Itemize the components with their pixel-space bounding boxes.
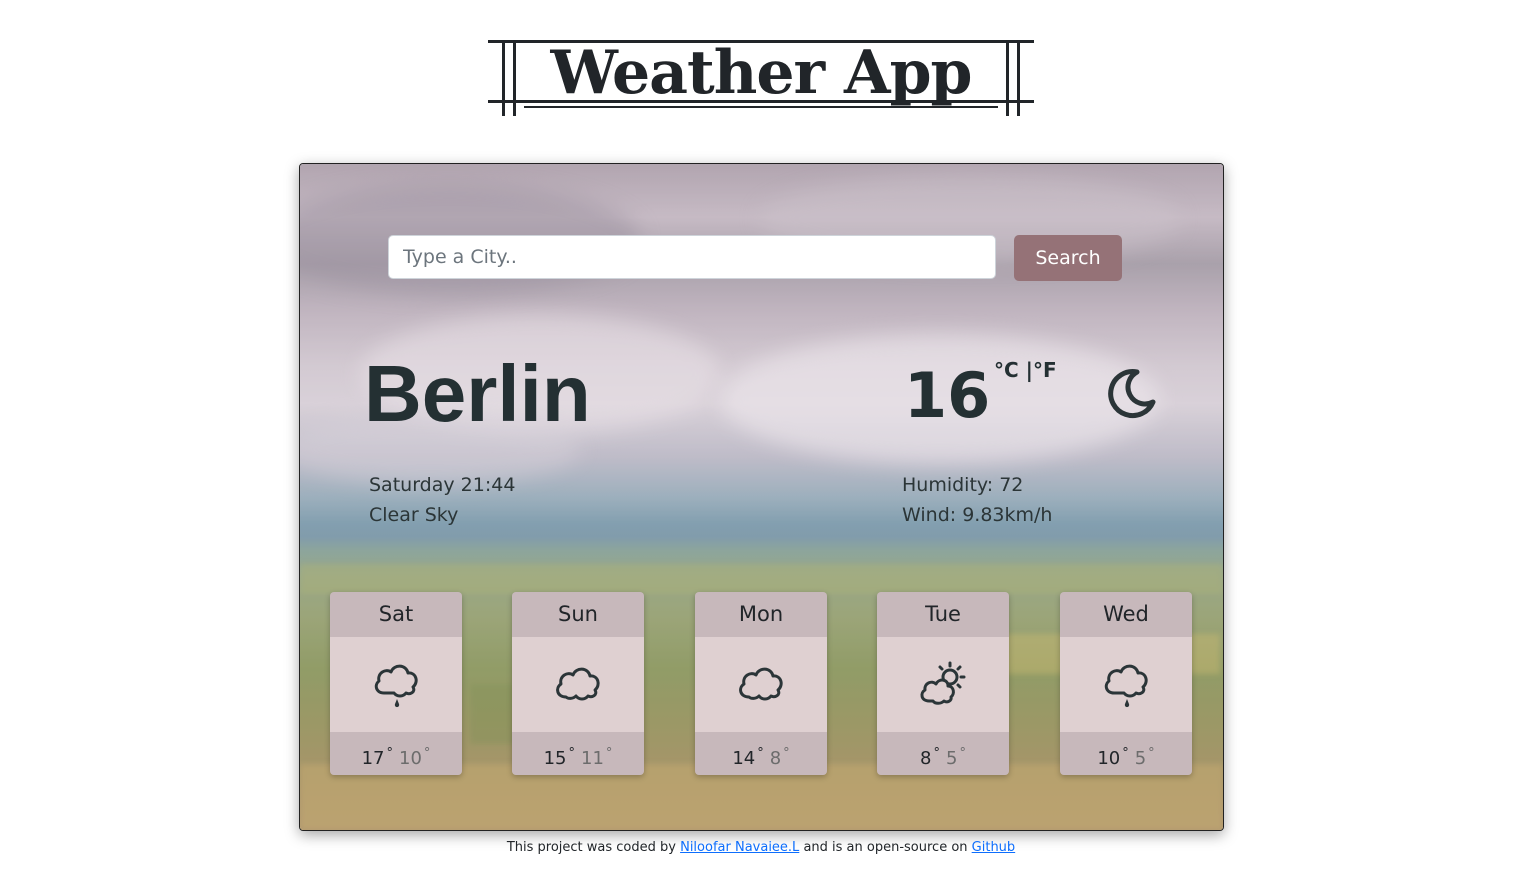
header: Weather App <box>0 0 1522 140</box>
forecast-icon-area <box>330 637 462 732</box>
forecast-temps: 8 ° 5 ° <box>877 732 1009 775</box>
forecast-day-name: Sun <box>512 592 644 637</box>
forecast-icon-area <box>1060 637 1192 732</box>
forecast-day-name: Mon <box>695 592 827 637</box>
forecast-low: 10 ° <box>399 746 431 769</box>
forecast-temps: 15 ° 11 ° <box>512 732 644 775</box>
forecast-high: 8 ° <box>920 746 940 769</box>
weather-card: Search Berlin 16 °C |°F Saturday 21:44 C… <box>299 163 1224 831</box>
search-button[interactable]: Search <box>1014 235 1122 281</box>
partly-sunny-icon <box>920 661 966 705</box>
city-name: Berlin <box>364 349 591 438</box>
forecast-high: 14 ° <box>732 746 764 769</box>
forecast-temps: 14 ° 8 ° <box>695 732 827 775</box>
forecast-icon-area <box>512 637 644 732</box>
forecast-temps: 17 ° 10 ° <box>330 732 462 775</box>
forecast-day-card: Sun 15 ° 11 ° <box>512 592 644 775</box>
cloud-rain-icon <box>374 664 418 708</box>
forecast-day-card: Mon 14 ° 8 ° <box>695 592 827 775</box>
cloud-icon <box>556 667 600 701</box>
github-link[interactable]: Github <box>972 840 1016 855</box>
forecast-day-name: Tue <box>877 592 1009 637</box>
forecast-day-name: Sat <box>330 592 462 637</box>
forecast-low: 5 ° <box>1134 746 1155 769</box>
forecast-high: 17 ° <box>361 746 393 769</box>
humidity: Humidity: 72 <box>902 474 1024 496</box>
celsius-link[interactable]: °C <box>994 358 1019 382</box>
footer-text: and is an open-source on <box>799 840 972 855</box>
wind: Wind: 9.83km/h <box>902 504 1053 526</box>
forecast-temps: 10 ° 5 ° <box>1060 732 1192 775</box>
current-temperature: 16 <box>904 359 991 432</box>
forecast-low: 11 ° <box>581 746 613 769</box>
weather-description: Clear Sky <box>369 504 459 526</box>
forecast-low: 8 ° <box>769 746 790 769</box>
unit-toggle: °C |°F <box>994 358 1057 382</box>
forecast-high: 15 ° <box>543 746 575 769</box>
forecast-low: 5 ° <box>946 746 966 769</box>
author-link[interactable]: Niloofar Navaiee.L <box>680 840 799 855</box>
title-frame: Weather App <box>488 38 1034 116</box>
forecast-day-card: Tue 8 ° 5 ° <box>877 592 1009 775</box>
forecast-icon-area <box>695 637 827 732</box>
fahrenheit-link[interactable]: °F <box>1033 358 1057 382</box>
footer-text: This project was coded by <box>506 840 681 855</box>
forecast-day-card: Wed 10 ° 5 ° <box>1060 592 1192 775</box>
forecast-day-card: Sat 17 ° 10 ° <box>330 592 462 775</box>
date-time: Saturday 21:44 <box>369 474 516 496</box>
moon-icon <box>1108 369 1156 419</box>
city-search-input[interactable] <box>388 235 996 279</box>
forecast-high: 10 ° <box>1097 746 1129 769</box>
current-details-right: Humidity: 72 Wind: 9.83km/h <box>902 470 1052 530</box>
page-title: Weather App <box>550 38 972 108</box>
cloud-icon <box>739 667 783 701</box>
current-details-left: Saturday 21:44 Clear Sky <box>369 470 515 530</box>
forecast-day-name: Wed <box>1060 592 1192 637</box>
forecast-icon-area <box>877 637 1009 732</box>
cloud-rain-icon <box>1104 664 1148 708</box>
unit-separator: | <box>1018 358 1033 382</box>
footer: This project was coded by Niloofar Navai… <box>0 840 1522 855</box>
